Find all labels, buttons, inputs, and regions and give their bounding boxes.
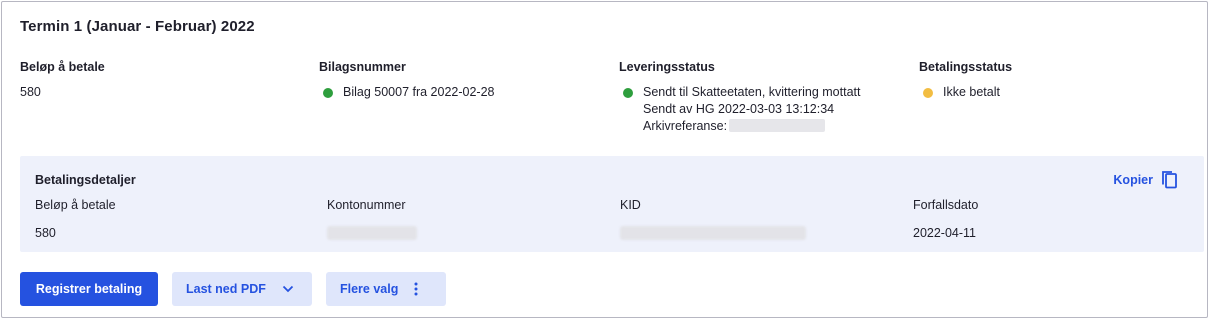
archive-reference: Arkivreferanse: [643,118,860,135]
payment-details-panel: Betalingsdetaljer Kopier Beløp å betale … [20,156,1204,252]
redacted-kid [620,226,806,240]
action-bar: Registrer betaling Last ned PDF Flere va… [20,272,446,306]
details-amount-value: 580 [35,226,56,240]
download-pdf-button[interactable]: Last ned PDF [172,272,312,306]
details-amount-label: Beløp å betale [35,198,116,212]
amount-value: 580 [20,85,41,99]
details-due: Forfallsdato 2022-04-11 [913,198,978,240]
payment-term-card: Termin 1 (Januar - Februar) 2022 Beløp å… [1,1,1208,318]
details-amount: Beløp å betale 580 [35,198,116,240]
delivery-status: Sendt til Skatteetaten, kvittering motta… [619,84,860,135]
voucher-status: Bilag 50007 fra 2022-02-28 [319,84,495,101]
download-pdf-label: Last ned PDF [186,282,266,296]
kebab-menu-icon [414,282,418,296]
more-options-label: Flere valg [340,282,399,296]
voucher-label: Bilagsnummer [319,60,406,74]
archive-reference-label: Arkivreferanse: [643,119,728,133]
details-kid-label: KID [620,198,641,212]
voucher-column: Bilagsnummer Bilag 50007 fra 2022-02-28 [319,60,495,101]
amount-column: Beløp å betale 580 [20,60,105,101]
status-dot-icon [623,88,633,98]
details-kid: KID [620,198,806,240]
redacted-archive-reference [729,119,826,132]
payment-status-label: Betalingsstatus [919,60,1013,74]
more-options-button[interactable]: Flere valg [326,272,446,306]
voucher-value: Bilag 50007 fra 2022-02-28 [343,85,495,99]
copy-button[interactable]: Kopier [1113,170,1178,189]
delivery-label: Leveringsstatus [619,60,715,74]
delivery-line-1: Sendt til Skatteetaten, kvittering motta… [643,85,861,99]
payment-details-title: Betalingsdetaljer [35,173,136,187]
delivery-line-2: Sendt av HG 2022-03-03 13:12:34 [643,102,835,116]
details-due-value: 2022-04-11 [913,226,977,240]
register-payment-button[interactable]: Registrer betaling [20,272,158,306]
card-title: Termin 1 (Januar - Februar) 2022 [20,18,255,35]
payment-status-value: Ikke betalt [943,85,1000,99]
copy-icon [1162,171,1177,189]
details-account: Kontonummer [327,198,417,240]
details-account-label: Kontonummer [327,198,406,212]
copy-label: Kopier [1113,172,1153,187]
status-dot-icon [923,88,933,98]
status-dot-icon [323,88,333,98]
payment-status: Ikke betalt [919,84,1012,101]
amount-label: Beløp å betale [20,60,105,74]
chevron-down-icon [282,285,294,293]
details-due-label: Forfallsdato [913,198,979,212]
redacted-account-number [327,226,417,240]
payment-status-column: Betalingsstatus Ikke betalt [919,60,1012,101]
delivery-column: Leveringsstatus Sendt til Skatteetaten, … [619,60,860,135]
